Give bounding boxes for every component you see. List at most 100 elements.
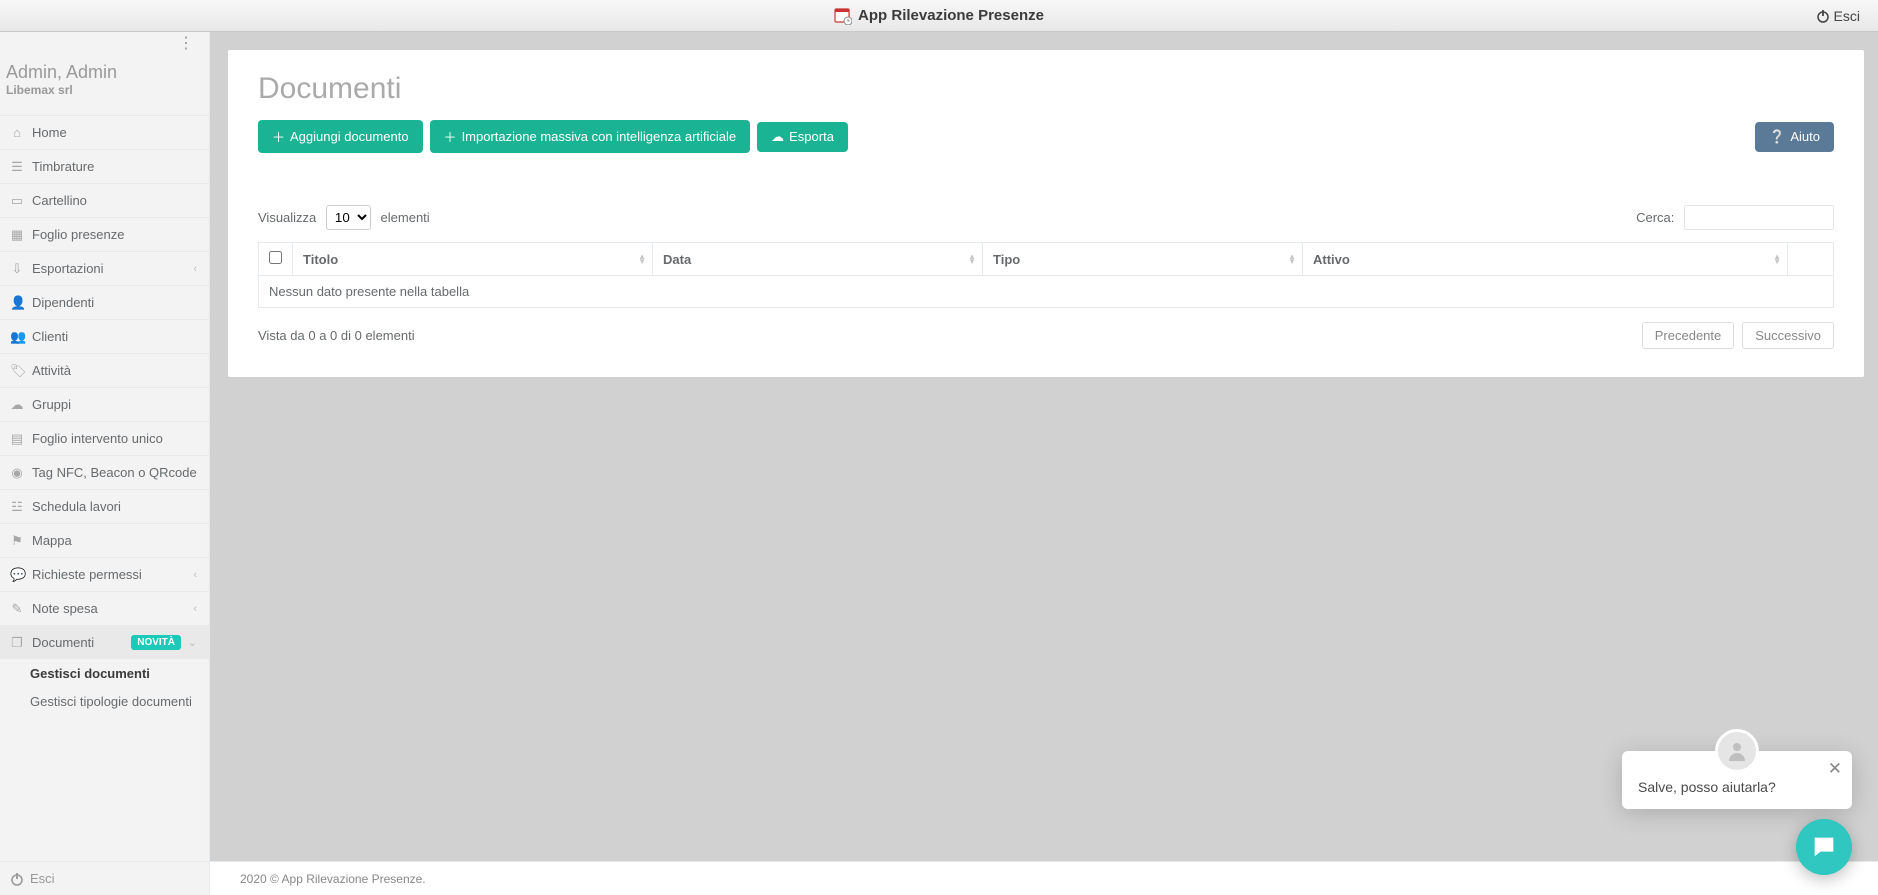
export-label: Esporta xyxy=(789,129,834,144)
note-icon: ✎ xyxy=(10,601,24,617)
sidebar-item-foglio-intervento[interactable]: ▤ Foglio intervento unico xyxy=(0,421,209,455)
sidebar-menu-toggle[interactable]: ⋮ xyxy=(0,32,209,56)
sidebar-item-label: Dipendenti xyxy=(32,295,94,310)
length-post-label: elementi xyxy=(381,210,430,225)
chevron-left-icon: ‹ xyxy=(193,263,197,275)
plus-icon: ＋ xyxy=(444,127,457,146)
calendar-icon: ▦ xyxy=(10,227,24,243)
app-title-group: App Rilevazione Presenze xyxy=(834,7,1044,25)
col-tipo-label: Tipo xyxy=(993,252,1020,267)
col-data-label: Data xyxy=(663,252,691,267)
tag-icon: 🏷 xyxy=(10,363,24,379)
sidebar: ⋮ Admin, Admin Libemax srl ⌂ Home ☰ Timb… xyxy=(0,32,210,895)
sidebar-item-dipendenti[interactable]: 👤 Dipendenti xyxy=(0,285,209,319)
search-label: Cerca: xyxy=(1636,210,1674,225)
sidebar-item-label: Attività xyxy=(32,363,71,378)
select-all-checkbox[interactable] xyxy=(269,251,282,264)
col-titolo-header[interactable]: Titolo ▲▼ xyxy=(293,243,653,276)
length-select[interactable]: 10 xyxy=(326,205,371,230)
col-checkbox-header xyxy=(259,243,293,276)
sort-icon: ▲▼ xyxy=(1773,254,1781,264)
datatable-info: Vista da 0 a 0 di 0 elementi xyxy=(258,328,415,343)
documents-table: Titolo ▲▼ Data ▲▼ Tipo ▲▼ Attivo xyxy=(258,242,1834,308)
titlebar-exit-button[interactable]: Esci xyxy=(1816,8,1860,24)
schedule-icon: ☳ xyxy=(10,499,24,515)
sidebar-item-documenti[interactable]: ❐ Documenti NOVITÀ ⌄ xyxy=(0,625,209,659)
sidebar-item-label: Clienti xyxy=(32,329,68,344)
sidebar-item-label: Tag NFC, Beacon o QRcode xyxy=(32,465,197,480)
sidebar-item-esportazioni[interactable]: ⇩ Esportazioni ‹ xyxy=(0,251,209,285)
length-pre-label: Visualizza xyxy=(258,210,316,225)
speech-bubble-icon xyxy=(1810,833,1838,861)
download-icon: ⇩ xyxy=(10,261,24,277)
datatable-footer: Vista da 0 a 0 di 0 elementi Precedente … xyxy=(258,322,1834,349)
power-icon xyxy=(10,872,24,886)
sidebar-item-clienti[interactable]: 👥 Clienti xyxy=(0,319,209,353)
sidebar-item-label: Mappa xyxy=(32,533,72,548)
sidebar-item-attivita[interactable]: 🏷 Attività xyxy=(0,353,209,387)
sidebar-item-timbrature[interactable]: ☰ Timbrature xyxy=(0,149,209,183)
page-title: Documenti xyxy=(258,72,1834,106)
col-data-header[interactable]: Data ▲▼ xyxy=(653,243,983,276)
cloud-download-icon: ☁ xyxy=(771,129,784,145)
search-input[interactable] xyxy=(1684,205,1834,230)
chevron-left-icon: ‹ xyxy=(193,569,197,581)
col-tipo-header[interactable]: Tipo ▲▼ xyxy=(983,243,1303,276)
sidebar-item-note-spesa[interactable]: ✎ Note spesa ‹ xyxy=(0,591,209,625)
help-label: Aiuto xyxy=(1790,129,1820,144)
sidebar-item-label: Richieste permessi xyxy=(32,567,142,582)
sidebar-item-label: Note spesa xyxy=(32,601,98,616)
main-content: Documenti ＋ Aggiungi documento ＋ Importa… xyxy=(210,32,1878,895)
sidebar-item-label: Documenti xyxy=(32,635,94,650)
sidebar-item-label: Cartellino xyxy=(32,193,87,208)
sidebar-item-gruppi[interactable]: ☁ Gruppi xyxy=(0,387,209,421)
bulk-import-button[interactable]: ＋ Importazione massiva con intelligenza … xyxy=(430,120,751,153)
next-page-button[interactable]: Successivo xyxy=(1742,322,1834,349)
sort-icon: ▲▼ xyxy=(968,254,976,264)
chevron-down-icon: ⌄ xyxy=(188,636,197,649)
sidebar-item-label: Foglio intervento unico xyxy=(32,431,163,446)
sidebar-item-tag-nfc[interactable]: ◉ Tag NFC, Beacon o QRcode xyxy=(0,455,209,489)
sidebar-item-mappa[interactable]: ⚑ Mappa xyxy=(0,523,209,557)
chat-popup: ✕ Salve, posso aiutarla? xyxy=(1622,751,1852,809)
prev-page-button[interactable]: Precedente xyxy=(1642,322,1735,349)
sidebar-item-home[interactable]: ⌂ Home xyxy=(0,115,209,149)
kebab-icon: ⋮ xyxy=(178,36,193,52)
bulk-import-label: Importazione massiva con intelligenza ar… xyxy=(462,129,737,144)
user-icon: 👤 xyxy=(10,295,24,311)
sidebar-sub-gestisci-tipologie[interactable]: Gestisci tipologie documenti xyxy=(0,687,209,715)
sidebar-item-label: Schedula lavori xyxy=(32,499,121,514)
titlebar-exit-label: Esci xyxy=(1834,8,1860,24)
sort-icon: ▲▼ xyxy=(638,254,646,264)
export-button[interactable]: ☁ Esporta xyxy=(757,122,848,152)
table-empty-message: Nessun dato presente nella tabella xyxy=(259,276,1834,308)
chat-fab-button[interactable] xyxy=(1796,819,1852,875)
sidebar-item-cartellino[interactable]: ▭ Cartellino xyxy=(0,183,209,217)
documents-panel: Documenti ＋ Aggiungi documento ＋ Importa… xyxy=(228,50,1864,377)
help-button[interactable]: ❔ Aiuto xyxy=(1755,122,1834,152)
chat-message: Salve, posso aiutarla? xyxy=(1638,779,1836,795)
sidebar-item-richieste-permessi[interactable]: 💬 Richieste permessi ‹ xyxy=(0,557,209,591)
sidebar-item-label: Foglio presenze xyxy=(32,227,125,242)
sidebar-exit-button[interactable]: Esci xyxy=(0,861,209,895)
sidebar-item-foglio-presenze[interactable]: ▦ Foglio presenze xyxy=(0,217,209,251)
id-card-icon: ▭ xyxy=(10,193,24,209)
page-footer: 2020 © App Rilevazione Presenze. xyxy=(210,861,1878,895)
list-icon: ☰ xyxy=(10,159,24,175)
chat-close-button[interactable]: ✕ xyxy=(1828,759,1842,779)
chat-icon: 💬 xyxy=(10,567,24,583)
add-document-button[interactable]: ＋ Aggiungi documento xyxy=(258,120,423,153)
datatable-pager: Precedente Successivo xyxy=(1642,322,1834,349)
col-attivo-header[interactable]: Attivo ▲▼ xyxy=(1303,243,1788,276)
sidebar-user-company: Libemax srl xyxy=(6,83,199,97)
chat-avatar-icon xyxy=(1715,729,1759,773)
sidebar-sub-gestisci-documenti[interactable]: Gestisci documenti xyxy=(0,659,209,687)
sort-icon: ▲▼ xyxy=(1288,254,1296,264)
datatable-search: Cerca: xyxy=(1636,205,1834,230)
group-icon: ☁ xyxy=(10,397,24,413)
col-attivo-label: Attivo xyxy=(1313,252,1350,267)
sidebar-item-schedula-lavori[interactable]: ☳ Schedula lavori xyxy=(0,489,209,523)
home-icon: ⌂ xyxy=(10,125,24,140)
sidebar-exit-label: Esci xyxy=(30,871,55,886)
app-logo-icon xyxy=(834,7,852,25)
